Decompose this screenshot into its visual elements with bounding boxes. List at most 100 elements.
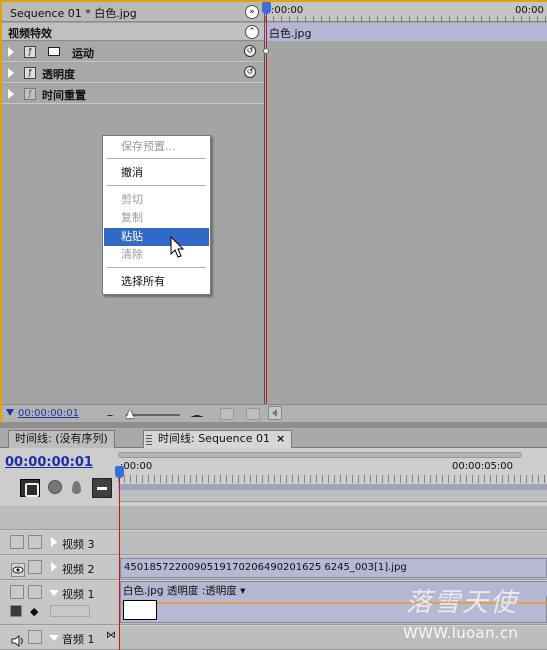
ruler-ticks — [265, 16, 547, 22]
timeline-ruler-end: 00:00:05:00 — [452, 461, 514, 472]
effect-row-time-remap[interactable]: ƒ 时间重置 — [2, 84, 264, 104]
loop-audio-icon[interactable] — [246, 408, 260, 420]
scroll-left-icon[interactable] — [268, 406, 282, 420]
clip-video-2[interactable]: 4501857220090519170206490201625 6245_003… — [120, 558, 547, 578]
collapse-icon[interactable]: ⌃ — [245, 25, 259, 39]
lock-track-icon[interactable] — [28, 535, 42, 549]
play-audio-icon[interactable] — [220, 408, 234, 420]
set-marker-icon[interactable] — [48, 480, 62, 494]
reset-icon[interactable]: ↺ — [244, 45, 256, 57]
track-name-audio-1: 音频 1 — [62, 633, 95, 646]
track-spacer — [0, 506, 118, 530]
fx-toggle-icon[interactable]: ƒ — [24, 46, 36, 58]
playhead-handle-icon[interactable] — [115, 466, 124, 478]
toggle-output-icon[interactable] — [10, 535, 24, 549]
lock-track-icon[interactable] — [28, 585, 42, 599]
timeline-playhead[interactable] — [119, 470, 120, 650]
mouse-cursor-icon — [170, 236, 185, 258]
show-keyframes-icon[interactable]: ◆ — [30, 605, 40, 618]
watermark-logo: 落雪天使 — [406, 588, 519, 618]
track-lane-video-3[interactable] — [118, 531, 547, 555]
track-header-video-1[interactable]: 视频 1 ◆ — [0, 581, 118, 625]
menu-separator — [107, 158, 206, 159]
show-timeline-button[interactable]: » — [245, 5, 259, 19]
keyframe-icon[interactable] — [72, 481, 81, 494]
close-icon[interactable]: × — [276, 431, 285, 447]
clip-thumbnail — [123, 600, 157, 620]
keyframe-dot-icon[interactable] — [263, 48, 269, 54]
menu-separator — [107, 185, 206, 186]
effect-label-time-remap: 时间重置 — [42, 89, 86, 102]
menu-separator — [107, 267, 206, 268]
menu-item-save-preset[interactable]: 保存预置... — [104, 138, 209, 156]
effect-timecode[interactable]: 00:00:00:01 — [18, 408, 79, 419]
expand-triangle-icon[interactable] — [8, 89, 14, 99]
menu-item-undo[interactable]: 撤消 — [104, 164, 209, 182]
track-spacer-lane — [118, 506, 547, 530]
effect-row-motion[interactable]: ƒ 运动 ↺ — [2, 42, 264, 62]
menu-item-cut[interactable]: 剪切 — [104, 191, 209, 209]
snap-icon[interactable] — [20, 479, 40, 497]
menu-item-clear[interactable]: 清除 — [104, 246, 209, 264]
expand-triangle-icon[interactable] — [8, 68, 14, 78]
collapse-track-icon[interactable] — [49, 635, 59, 641]
tab-sequence-01[interactable]: 时间线: Sequence 01 × — [143, 430, 293, 448]
ruler-end-time: 00:00 — [515, 5, 544, 16]
track-name-video-1: 视频 1 — [62, 588, 95, 601]
expand-track-icon[interactable] — [51, 562, 57, 572]
tab-no-sequence[interactable]: 时间线: (没有序列) — [8, 430, 115, 448]
watermark-url: WWW.luoan.cn — [403, 624, 519, 642]
lock-track-icon[interactable] — [28, 630, 42, 644]
menu-item-paste[interactable]: 粘贴 — [104, 228, 209, 246]
viewing-area-bar[interactable] — [118, 452, 522, 458]
zoom-slider-thumb[interactable] — [126, 410, 134, 418]
motion-transform-icon[interactable] — [48, 47, 60, 56]
clip-video-1-name[interactable]: 白色.jpg 透明度 :透明度 ▾ — [123, 583, 245, 598]
clip-video-2-name: 4501857220090519170206490201625 6245_003… — [124, 562, 407, 573]
effect-row-opacity[interactable]: ƒ 透明度 ↺ — [2, 63, 264, 83]
track-name-video-2: 视频 2 — [62, 563, 95, 576]
effect-playhead[interactable] — [266, 4, 267, 404]
audio-toggle-icon[interactable]: ⋈ — [106, 630, 116, 641]
menu-item-copy[interactable]: 复制 — [104, 209, 209, 227]
effect-controls-footer: 00:00:00:01 — [2, 404, 547, 422]
expand-triangle-icon[interactable] — [8, 47, 14, 57]
panel-divider[interactable] — [264, 2, 265, 404]
zoom-in-icon[interactable] — [190, 409, 204, 417]
expand-track-icon[interactable] — [51, 537, 57, 547]
keyframe-nav-icon[interactable] — [50, 605, 90, 617]
filter-triangle-icon[interactable] — [6, 409, 14, 416]
menu-item-select-all[interactable]: 选择所有 — [104, 273, 209, 291]
fx-toggle-icon[interactable]: ƒ — [24, 67, 36, 79]
timeline-ruler-ticks — [118, 475, 547, 483]
track-name-video-3: 视频 3 — [62, 538, 95, 551]
collapse-track-icon[interactable] — [49, 590, 59, 596]
timeline-tab-bar: 时间线: (没有序列) 时间线: Sequence 01 × — [0, 428, 547, 448]
effect-clip-name: 白色.jpg — [269, 27, 312, 40]
toggle-output-icon[interactable] — [10, 585, 24, 599]
tab-grip-icon[interactable] — [146, 435, 152, 447]
timeline-ruler[interactable]: :00:00 00:00:05:00 — [118, 448, 547, 506]
ruler-start-time: :00:00 — [271, 5, 304, 16]
effect-label-opacity: 透明度 — [42, 68, 75, 81]
zoom-out-icon[interactable] — [106, 412, 114, 416]
lock-track-icon[interactable] — [28, 560, 42, 574]
eye-icon[interactable] — [11, 563, 25, 577]
timeline-ruler-start: :00:00 — [120, 461, 153, 472]
zoom-slider[interactable] — [126, 414, 180, 416]
effect-label-motion: 运动 — [72, 47, 94, 60]
timeline-timecode[interactable]: 00:00:00:01 — [5, 455, 93, 470]
timeline-ruler-footer — [118, 490, 547, 502]
effect-controls-header: Sequence 01 * 白色.jpg » — [2, 2, 264, 22]
timeline-menu-button[interactable] — [92, 478, 112, 498]
effect-ruler[interactable]: :00:00 00:00 — [265, 2, 547, 22]
track-header-video-3[interactable]: 视频 3 — [0, 531, 118, 555]
context-menu: 保存预置... 撤消 剪切 复制 粘贴 清除 选择所有 — [102, 135, 211, 295]
reset-icon[interactable]: ↺ — [244, 66, 256, 78]
fx-toggle-icon[interactable]: ƒ — [24, 88, 36, 100]
effect-clip-bar[interactable]: 白色.jpg — [265, 23, 547, 41]
speaker-icon[interactable] — [11, 635, 25, 647]
display-style-icon[interactable] — [10, 605, 22, 617]
sequence-title: Sequence 01 * 白色.jpg — [10, 7, 137, 20]
playhead-handle-icon[interactable] — [262, 2, 271, 14]
